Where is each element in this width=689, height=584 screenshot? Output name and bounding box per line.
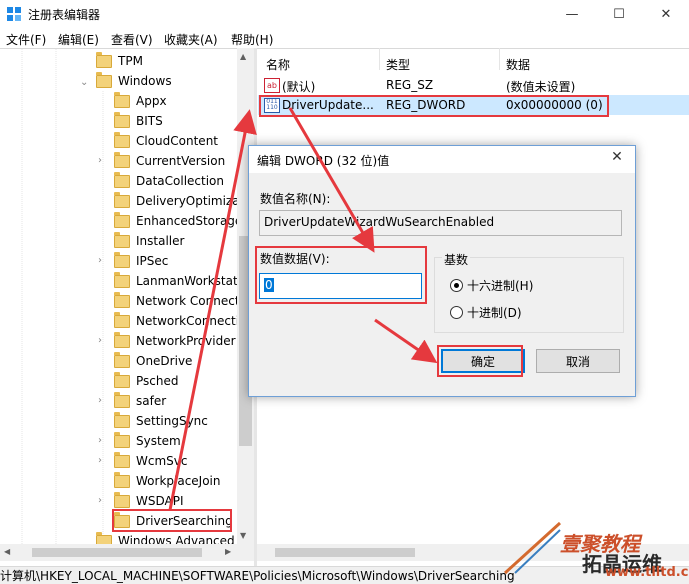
arrow-to-data-input	[288, 107, 375, 253]
arrow-to-value-row	[168, 109, 257, 511]
annotation-arrows	[168, 107, 438, 511]
arrow-to-ok-button	[374, 318, 438, 364]
watermark-url: www.tlltd.cn	[605, 565, 689, 580]
